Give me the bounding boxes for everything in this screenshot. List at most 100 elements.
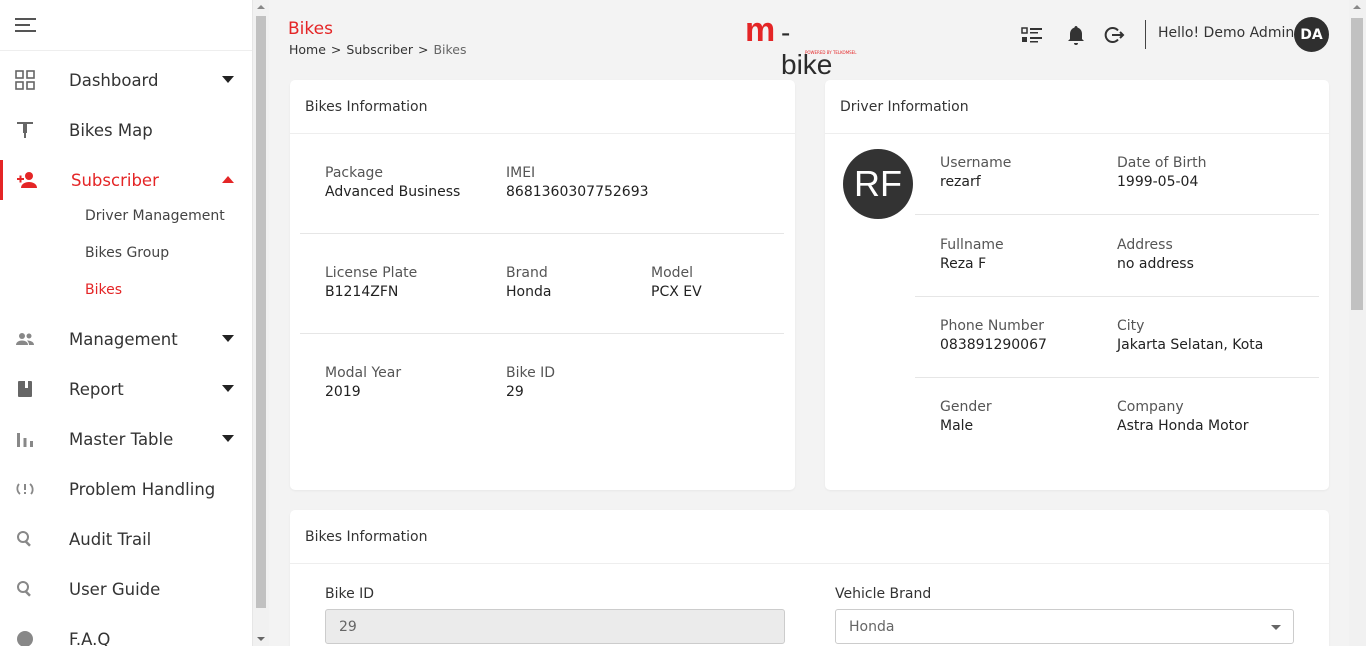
main-scrollbar[interactable] bbox=[1349, 0, 1366, 646]
logo-m: m bbox=[745, 11, 775, 49]
avatar[interactable]: DA bbox=[1294, 17, 1329, 52]
package-field: Package Advanced Business bbox=[325, 165, 460, 200]
select-value: Honda bbox=[849, 618, 895, 635]
chevron-up-icon bbox=[222, 176, 234, 183]
field-value: Jakarta Selatan, Kota bbox=[1117, 337, 1264, 353]
divider bbox=[915, 214, 1319, 215]
sidebar-scroll-thumb[interactable] bbox=[256, 16, 266, 608]
list-view-icon[interactable] bbox=[1021, 24, 1043, 46]
search-icon bbox=[17, 581, 31, 597]
sidebar-item-label: Audit Trail bbox=[69, 529, 152, 549]
driver-information-card: Driver Information RF Username rezarf Da… bbox=[825, 80, 1329, 490]
sidebar-item-label: Management bbox=[69, 329, 178, 349]
field-label: Bike ID bbox=[506, 365, 556, 381]
sidebar-item-label: Subscriber bbox=[71, 170, 159, 190]
company-field: Company Astra Honda Motor bbox=[1117, 399, 1248, 434]
field-label: Fullname bbox=[940, 237, 1004, 253]
sidebar-item-label: Master Table bbox=[69, 429, 174, 449]
breadcrumb-home[interactable]: Home bbox=[289, 42, 326, 57]
field-label: Package bbox=[325, 165, 384, 181]
city-field: City Jakarta Selatan, Kota bbox=[1117, 318, 1263, 353]
field-label: Gender bbox=[940, 399, 992, 415]
vehicle-brand-select[interactable]: Honda bbox=[835, 609, 1294, 644]
field-value: 2019 bbox=[325, 384, 361, 400]
field-label: Phone Number bbox=[940, 318, 1045, 334]
breadcrumb-separator: > bbox=[330, 42, 342, 57]
logo-subtext: POWERED BY TELKOMSEL bbox=[805, 50, 857, 55]
dob-field: Date of Birth 1999-05-04 bbox=[1117, 155, 1206, 190]
field-value: Honda bbox=[506, 284, 552, 300]
menu-toggle-icon[interactable] bbox=[15, 18, 36, 32]
main-scroll-thumb[interactable] bbox=[1351, 18, 1363, 310]
sidebar-item-bikes-map[interactable]: Bikes Map bbox=[0, 110, 252, 150]
field-label: Company bbox=[1117, 399, 1184, 415]
field-label: Brand bbox=[506, 265, 548, 281]
header-divider bbox=[1145, 20, 1146, 49]
page-title: Bikes bbox=[288, 19, 333, 39]
sidebar-item-subscriber[interactable]: Subscriber bbox=[0, 160, 252, 200]
sidebar-item-label: F.A.Q bbox=[69, 629, 111, 646]
sidebar-item-label: Problem Handling bbox=[69, 479, 216, 499]
model-field: Model PCX EV bbox=[651, 265, 702, 300]
card-title: Bikes Information bbox=[290, 510, 1329, 564]
sidebar-scrollbar[interactable] bbox=[253, 0, 269, 646]
license-plate-field: License Plate B1214ZFN bbox=[325, 265, 417, 300]
sidebar-subitem-driver-management[interactable]: Driver Management bbox=[85, 208, 225, 224]
field-label: IMEI bbox=[506, 165, 536, 181]
dashboard-icon bbox=[15, 70, 35, 90]
breadcrumb-subscriber[interactable]: Subscriber bbox=[346, 42, 413, 57]
field-value: 29 bbox=[506, 384, 524, 400]
field-value: PCX EV bbox=[651, 284, 702, 300]
chevron-down-icon bbox=[222, 335, 234, 342]
sidebar-item-dashboard[interactable]: Dashboard bbox=[0, 60, 252, 100]
search-icon bbox=[17, 531, 31, 547]
sidebar-item-label: Bikes Map bbox=[69, 120, 153, 140]
field-label: Date of Birth bbox=[1117, 155, 1207, 171]
sidebar-header bbox=[0, 0, 252, 51]
bikes-form-card: Bikes Information Bike ID 29 Vehicle Bra… bbox=[290, 510, 1329, 646]
field-value: 1999-05-04 bbox=[1117, 174, 1199, 190]
sidebar-subitem-bikes[interactable]: Bikes bbox=[85, 282, 122, 298]
sidebar: Dashboard Bikes Map Subscriber Driver Ma… bbox=[0, 0, 253, 646]
brand-field: Brand Honda bbox=[506, 265, 551, 300]
field-value: 8681360307752693 bbox=[506, 184, 649, 200]
logout-icon[interactable] bbox=[1103, 24, 1125, 46]
help-icon bbox=[17, 631, 33, 646]
phone-field: Phone Number 083891290067 bbox=[940, 318, 1047, 353]
bike-id-input[interactable]: 29 bbox=[325, 609, 785, 644]
sidebar-item-audit-trail[interactable]: Audit Trail bbox=[0, 519, 252, 559]
bike-id-label: Bike ID bbox=[325, 586, 375, 602]
gender-field: Gender Male bbox=[940, 399, 992, 434]
username-field: Username rezarf bbox=[940, 155, 1011, 190]
modal-year-field: Modal Year 2019 bbox=[325, 365, 401, 400]
sidebar-item-problem-handling[interactable]: Problem Handling bbox=[0, 469, 252, 509]
imei-field: IMEI 8681360307752693 bbox=[506, 165, 649, 200]
divider bbox=[915, 377, 1319, 378]
sidebar-item-master-table[interactable]: Master Table bbox=[0, 419, 252, 459]
chevron-down-icon bbox=[1271, 625, 1281, 630]
sidebar-item-management[interactable]: Management bbox=[0, 319, 252, 359]
field-label: Model bbox=[651, 265, 694, 281]
scroll-down-arrow-icon[interactable] bbox=[257, 637, 265, 641]
logo-text: -bike bbox=[781, 17, 833, 80]
bike-id-field: Bike ID 29 bbox=[506, 365, 555, 400]
divider bbox=[300, 333, 784, 334]
field-value: Reza F bbox=[940, 256, 987, 272]
address-field: Address no address bbox=[1117, 237, 1194, 272]
sidebar-item-faq[interactable]: F.A.Q bbox=[0, 619, 252, 646]
scroll-up-arrow-icon[interactable] bbox=[1353, 5, 1361, 9]
sidebar-item-report[interactable]: Report bbox=[0, 369, 252, 409]
field-value: 083891290067 bbox=[940, 337, 1047, 353]
field-value: Male bbox=[940, 418, 974, 434]
bell-icon[interactable] bbox=[1065, 24, 1087, 46]
sync-problem-icon bbox=[16, 483, 34, 495]
scroll-up-arrow-icon[interactable] bbox=[257, 5, 265, 9]
chevron-down-icon bbox=[222, 435, 234, 442]
driver-avatar: RF bbox=[843, 149, 913, 219]
sidebar-item-user-guide[interactable]: User Guide bbox=[0, 569, 252, 609]
divider bbox=[915, 296, 1319, 297]
book-icon bbox=[18, 381, 32, 397]
sidebar-subitem-bikes-group[interactable]: Bikes Group bbox=[85, 245, 169, 261]
field-value: rezarf bbox=[940, 174, 981, 190]
add-user-icon bbox=[17, 172, 37, 188]
